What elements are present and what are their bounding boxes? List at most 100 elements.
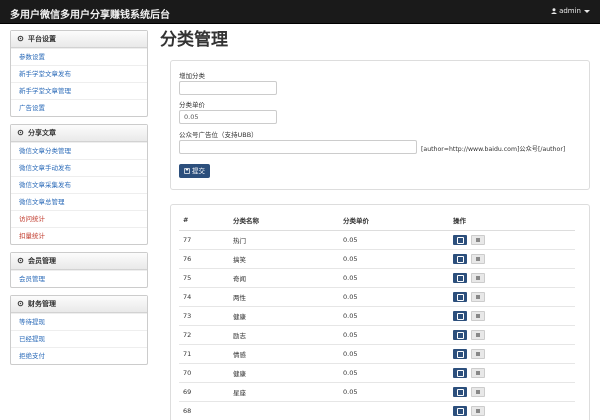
table-row: 71 情感 0.05 [179,344,575,364]
sidebar-item[interactable]: 扣量统计 [11,227,147,244]
edit-icon[interactable] [453,386,467,397]
delete-icon[interactable] [471,329,485,340]
edit-icon[interactable] [453,253,467,264]
ubb-hint: [author=http://www.baidu.com]公众号[/author… [421,146,566,153]
cell-id: 73 [179,306,229,326]
cell-actions [449,249,575,269]
cell-price: 0.05 [339,249,449,269]
delete-icon[interactable] [471,348,485,359]
cell-price: 0.05 [339,344,449,364]
sidebar-item[interactable]: 微信文章手动发布 [11,159,147,176]
delete-icon[interactable] [471,234,485,245]
sidebar-section-title: 财务管理 [28,300,56,308]
sidebar-section-title: 平台设置 [28,35,56,43]
category-table: # 分类名称 分类单价 操作 77 热门 0.05 76 搞笑 0.05 75 奇闻 0.05 7… [179,211,575,420]
main-content: 分类管理 增加分类 分类单价 公众号广告位（支持UBB） [author=htt… [160,26,592,420]
delete-icon[interactable] [471,253,485,264]
sidebar-section: 会员管理 会员管理 [10,252,148,288]
cell-price: 0.05 [339,287,449,307]
submit-button[interactable]: 提交 [179,164,210,178]
cell-price: 0.05 [339,363,449,383]
edit-icon[interactable] [453,348,467,359]
delete-icon[interactable] [471,291,485,302]
add-category-form: 增加分类 分类单价 公众号广告位（支持UBB） [author=http://w… [170,60,590,190]
cell-actions [449,344,575,364]
app-title[interactable]: 多用户微信多用户分享赚钱系统后台 [10,6,170,21]
sidebar-section-title: 会员管理 [28,257,56,265]
ad-input[interactable] [179,140,417,154]
sidebar-item[interactable]: 会员管理 [11,270,147,287]
sidebar-item[interactable]: 微信文章总管理 [11,193,147,210]
price-input[interactable] [179,110,277,124]
cell-id: 72 [179,325,229,345]
sidebar-item[interactable]: 拒绝支付 [11,347,147,364]
user-menu[interactable]: admin [551,7,590,15]
sidebar-section-heading[interactable]: 分享文章 [11,125,147,142]
username: admin [559,7,581,15]
delete-icon[interactable] [471,405,485,416]
sidebar: 平台设置参数设置 新手学堂文章发布 新手学堂文章管理 广告设置分享文章微信文章分类管理… [10,30,148,372]
table-header-row: # 分类名称 分类单价 操作 [179,211,575,231]
cell-actions [449,325,575,345]
cell-name: 情感 [229,344,339,364]
sidebar-section: 平台设置参数设置 新手学堂文章发布 新手学堂文章管理 广告设置 [10,30,148,117]
edit-icon[interactable] [453,272,467,283]
sidebar-section-heading[interactable]: 财务管理 [11,296,147,313]
header-actions: 操作 [449,211,575,231]
edit-icon[interactable] [453,291,467,302]
cell-actions [449,268,575,288]
sidebar-item[interactable]: 已经提现 [11,330,147,347]
page-title: 分类管理 [160,30,228,50]
top-navbar: 多用户微信多用户分享赚钱系统后台 admin [0,0,600,24]
cell-actions [449,382,575,402]
cell-id: 74 [179,287,229,307]
header-id: # [179,211,229,231]
sidebar-section-heading[interactable]: 会员管理 [11,253,147,270]
table-row: 76 搞笑 0.05 [179,249,575,269]
cell-price [339,401,449,420]
header-name: 分类名称 [229,211,339,231]
sidebar-item[interactable]: 参数设置 [11,48,147,65]
add-category-label: 增加分类 [179,72,205,80]
cell-price: 0.05 [339,230,449,250]
edit-icon[interactable] [453,329,467,340]
sidebar-item[interactable]: 微信文章分类管理 [11,142,147,159]
ad-label: 公众号广告位（支持UBB） [179,131,258,139]
table-row: 68 [179,401,575,420]
delete-icon[interactable] [471,386,485,397]
cell-price: 0.05 [339,268,449,288]
sidebar-item[interactable]: 访问统计 [11,210,147,227]
cell-id: 75 [179,268,229,288]
edit-icon[interactable] [453,310,467,321]
sidebar-item[interactable]: 微信文章采集发布 [11,176,147,193]
table-row: 69 星座 0.05 [179,382,575,402]
cell-name: 星座 [229,382,339,402]
delete-icon[interactable] [471,310,485,321]
category-name-input[interactable] [179,81,277,95]
sidebar-item[interactable]: 新手学堂文章发布 [11,65,147,82]
cell-price: 0.05 [339,306,449,326]
cell-name: 搞笑 [229,249,339,269]
cell-name: 两性 [229,287,339,307]
sidebar-item[interactable]: 等待提现 [11,313,147,330]
save-icon [184,168,190,174]
cell-name: 热门 [229,230,339,250]
delete-icon[interactable] [471,367,485,378]
delete-icon[interactable] [471,272,485,283]
sidebar-section-title: 分享文章 [28,129,56,137]
cell-name: 健康 [229,306,339,326]
edit-icon[interactable] [453,367,467,378]
gear-icon [17,129,24,136]
cell-id: 68 [179,401,229,420]
sidebar-section-heading[interactable]: 平台设置 [11,31,147,48]
edit-icon[interactable] [453,405,467,416]
cell-actions [449,287,575,307]
cell-name: 健康 [229,363,339,383]
cell-name: 励志 [229,325,339,345]
gear-icon [17,300,24,307]
sidebar-section: 分享文章微信文章分类管理 微信文章手动发布 微信文章采集发布 微信文章总管理 访问统计扣… [10,124,148,245]
sidebar-item[interactable]: 广告设置 [11,99,147,116]
cell-actions [449,363,575,383]
edit-icon[interactable] [453,234,467,245]
sidebar-item[interactable]: 新手学堂文章管理 [11,82,147,99]
